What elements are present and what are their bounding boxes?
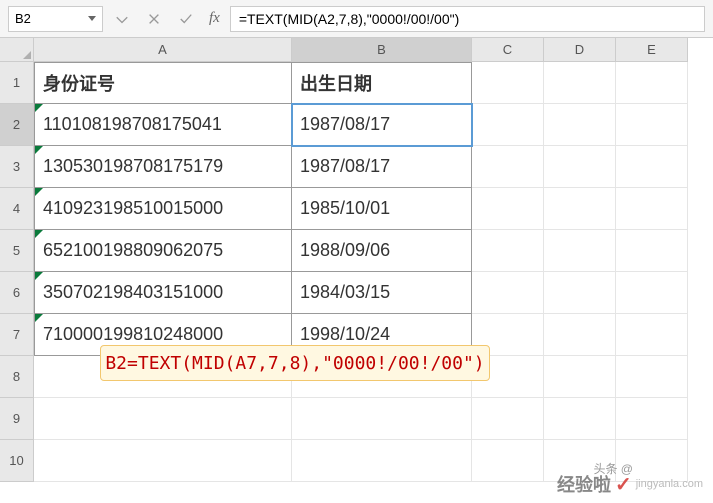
select-all-corner[interactable] xyxy=(0,38,34,62)
cell-D1[interactable] xyxy=(544,62,616,104)
cell-A10[interactable] xyxy=(34,440,292,482)
row-header-3[interactable]: 3 xyxy=(0,146,34,188)
cell-E9[interactable] xyxy=(616,398,688,440)
cell-A4[interactable]: 410923198510015000 xyxy=(34,188,292,230)
cell-E1[interactable] xyxy=(616,62,688,104)
column-header-A[interactable]: A xyxy=(34,38,292,62)
cell-D7[interactable] xyxy=(544,314,616,356)
formula-annotation: B2=TEXT(MID(A7,7,8),"0000!/00!/00") xyxy=(100,345,490,381)
table-row: 1305301987081751791987/08/17 xyxy=(34,146,688,188)
cell-D2[interactable] xyxy=(544,104,616,146)
column-header-C[interactable]: C xyxy=(472,38,544,62)
cell-E5[interactable] xyxy=(616,230,688,272)
cell-B5[interactable]: 1988/09/06 xyxy=(292,230,472,272)
table-row: 身份证号出生日期 xyxy=(34,62,688,104)
cell-A3[interactable]: 130530198708175179 xyxy=(34,146,292,188)
row-header-6[interactable]: 6 xyxy=(0,272,34,314)
cell-A2[interactable]: 110108198708175041 xyxy=(34,104,292,146)
cell-B1[interactable]: 出生日期 xyxy=(292,62,472,104)
column-headers: ABCDE xyxy=(34,38,688,62)
column-header-B[interactable]: B xyxy=(292,38,472,62)
cell-A6[interactable]: 350702198403151000 xyxy=(34,272,292,314)
row-header-5[interactable]: 5 xyxy=(0,230,34,272)
watermark-sub: jingyanla.com xyxy=(636,478,703,490)
cell-C4[interactable] xyxy=(472,188,544,230)
row-header-1[interactable]: 1 xyxy=(0,62,34,104)
cell-B2[interactable]: 1987/08/17 xyxy=(292,104,472,146)
cell-D3[interactable] xyxy=(544,146,616,188)
fx-label[interactable]: fx xyxy=(205,10,224,27)
cell-E2[interactable] xyxy=(616,104,688,146)
row-header-10[interactable]: 10 xyxy=(0,440,34,482)
formula-toolbar: B2 fx =TEXT(MID(A2,7,8),"0000!/00!/00") xyxy=(0,0,713,38)
cell-E4[interactable] xyxy=(616,188,688,230)
cell-E8[interactable] xyxy=(616,356,688,398)
cell-B10[interactable] xyxy=(292,440,472,482)
cell-C9[interactable] xyxy=(472,398,544,440)
row-header-8[interactable]: 8 xyxy=(0,356,34,398)
cell-C6[interactable] xyxy=(472,272,544,314)
formula-bar[interactable]: =TEXT(MID(A2,7,8),"0000!/00!/00") xyxy=(230,6,705,32)
cell-C2[interactable] xyxy=(472,104,544,146)
cell-B9[interactable] xyxy=(292,398,472,440)
table-row xyxy=(34,398,688,440)
table-row: 4109231985100150001985/10/01 xyxy=(34,188,688,230)
column-header-E[interactable]: E xyxy=(616,38,688,62)
cell-A9[interactable] xyxy=(34,398,292,440)
row-header-4[interactable]: 4 xyxy=(0,188,34,230)
cell-D4[interactable] xyxy=(544,188,616,230)
watermark-source: 头条 @ xyxy=(593,460,633,477)
cancel-icon[interactable] xyxy=(141,6,167,32)
cell-E3[interactable] xyxy=(616,146,688,188)
cell-A5[interactable]: 652100198809062075 xyxy=(34,230,292,272)
watermark: 头条 @ 经验啦 ✓ jingyanla.com xyxy=(557,471,703,497)
cell-B4[interactable]: 1985/10/01 xyxy=(292,188,472,230)
table-row: 6521001988090620751988/09/06 xyxy=(34,230,688,272)
cell-C1[interactable] xyxy=(472,62,544,104)
name-box[interactable]: B2 xyxy=(8,6,103,32)
row-header-9[interactable]: 9 xyxy=(0,398,34,440)
cell-C10[interactable] xyxy=(472,440,544,482)
table-row: 1101081987081750411987/08/17 xyxy=(34,104,688,146)
cell-E6[interactable] xyxy=(616,272,688,314)
cell-D6[interactable] xyxy=(544,272,616,314)
column-header-D[interactable]: D xyxy=(544,38,616,62)
cell-E7[interactable] xyxy=(616,314,688,356)
cell-D9[interactable] xyxy=(544,398,616,440)
name-box-value: B2 xyxy=(15,11,88,26)
cell-D8[interactable] xyxy=(544,356,616,398)
table-row: 3507021984031510001984/03/15 xyxy=(34,272,688,314)
chevron-down-icon[interactable] xyxy=(88,16,96,21)
row-headers: 12345678910 xyxy=(0,62,34,482)
cell-A1[interactable]: 身份证号 xyxy=(34,62,292,104)
expand-icon[interactable] xyxy=(109,6,135,32)
row-header-2[interactable]: 2 xyxy=(0,104,34,146)
accept-icon[interactable] xyxy=(173,6,199,32)
row-header-7[interactable]: 7 xyxy=(0,314,34,356)
cell-D5[interactable] xyxy=(544,230,616,272)
cell-B6[interactable]: 1984/03/15 xyxy=(292,272,472,314)
cells-grid: 身份证号出生日期1101081987081750411987/08/171305… xyxy=(34,62,688,482)
cell-B3[interactable]: 1987/08/17 xyxy=(292,146,472,188)
cell-C3[interactable] xyxy=(472,146,544,188)
cell-C5[interactable] xyxy=(472,230,544,272)
